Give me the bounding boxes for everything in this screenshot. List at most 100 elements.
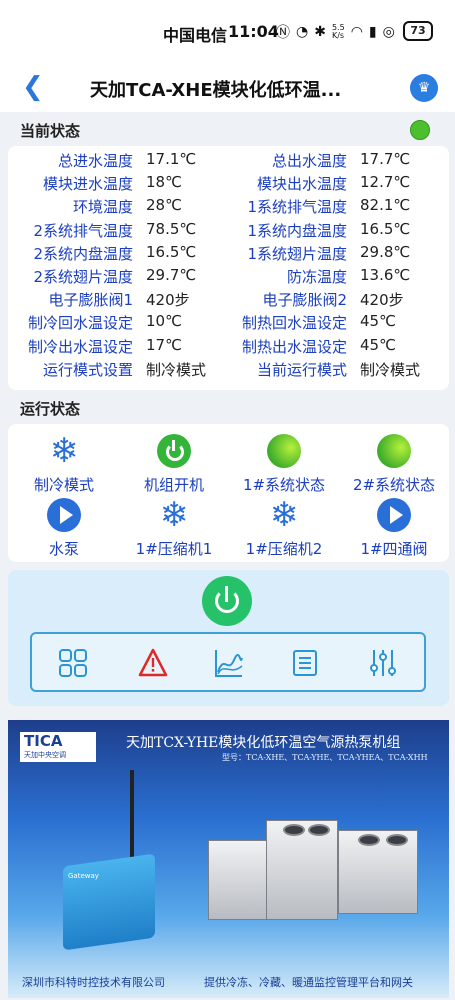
- net-speed: 5.5 K/s: [331, 23, 345, 40]
- run-status-card: ❄ 制冷模式 机组开机 1#系统状态 2#系统状态水泵 ❄ 1#压缩机1 ❄ 1#压缩机2 1#四…: [8, 424, 449, 562]
- status-bar: 中国电信 11:04 Ⓝ ◔ ✱ 5.5 K/s ◠ ▮ ◎ 73: [0, 0, 455, 64]
- logo-subtext: 天加中央空调: [24, 751, 66, 759]
- run-status-item: 1#系统状态: [229, 434, 339, 495]
- param-value: 16.5℃: [360, 219, 411, 238]
- run-status-item: 1#四通阀: [339, 498, 449, 559]
- nfc-icon: Ⓝ: [276, 25, 290, 41]
- param-value: 420步: [360, 291, 404, 310]
- param-value: 82.1℃: [360, 196, 411, 215]
- param-label: 防冻温度: [286, 268, 347, 286]
- param-row: 制冷出水温设定 17℃ 制热出水温设定 45℃: [8, 336, 449, 359]
- green-ball-icon: [377, 434, 411, 468]
- play-icon: [47, 498, 81, 532]
- param-value: 17.1℃: [146, 150, 197, 168]
- grid-icon[interactable]: [58, 648, 88, 678]
- online-status-indicator: [410, 120, 430, 140]
- param-label: 1系统排气温度: [247, 198, 347, 217]
- fan-image: [283, 824, 305, 836]
- param-value: 17.7℃: [360, 150, 411, 168]
- param-value: 10℃: [146, 312, 182, 331]
- ad-banner[interactable]: TICA 天加中央空调 天加TCX-YHE模块化低环温空气源热泵机组 型号：TC…: [8, 720, 449, 998]
- banner-models: 型号：TCA-XHE、TCA-YHE、TCA-YHEA、TCA-XHH: [222, 753, 428, 762]
- nav-bar: ❮ 天加TCA-XHE模块化低环温... ♛: [0, 64, 455, 112]
- run-status-label: 机组开机: [143, 476, 204, 494]
- params-card: 总进水温度 17.1℃ 总出水温度 17.7℃ 模块进水温度 18℃ 模块出水温度 12.7℃…: [8, 146, 449, 390]
- param-value: 制冷模式: [360, 360, 421, 379]
- run-status-item: ❄ 制冷模式: [9, 434, 119, 495]
- param-label: 总出水温度: [271, 152, 347, 170]
- run-status-label: 2#系统状态: [352, 476, 436, 494]
- param-value: 制冷模式: [146, 360, 207, 379]
- fan-image: [358, 834, 380, 846]
- green-ball-icon: [267, 434, 301, 468]
- param-label: 制热回水温设定: [241, 314, 347, 333]
- param-row: 2系统排气温度 78.5℃ 1系统内盘温度 16.5℃: [8, 220, 449, 243]
- param-label: 电子膨胀阀1: [48, 291, 133, 310]
- param-label: 制冷出水温设定: [27, 337, 133, 356]
- run-status-label: 制冷模式: [33, 476, 94, 494]
- param-label: 1系统内盘温度: [247, 221, 347, 240]
- gateway-device-image: [63, 853, 155, 951]
- power-button[interactable]: [202, 576, 252, 626]
- gateway-label: Gateway: [68, 872, 99, 880]
- snowflake-icon: ❄: [159, 495, 189, 535]
- clock: 11:04: [228, 22, 279, 41]
- param-value: 45℃: [360, 335, 396, 354]
- tica-logo: TICA 天加中央空调: [20, 732, 96, 762]
- param-value: 18℃: [146, 173, 182, 192]
- wifi-icon: ◠: [350, 24, 363, 40]
- crown-icon[interactable]: ♛: [410, 74, 438, 102]
- alarm-icon[interactable]: [138, 648, 168, 678]
- run-status-item: 2#系统状态: [339, 434, 449, 495]
- current-status-title: 当前状态: [20, 122, 81, 140]
- run-status-label: 水泵: [48, 540, 79, 558]
- param-row: 环境温度 28℃ 1系统排气温度 82.1℃: [8, 196, 449, 219]
- param-value: 28℃: [146, 196, 182, 215]
- param-label: 模块出水温度: [256, 175, 347, 194]
- snowflake-icon: ❄: [49, 431, 79, 471]
- run-status-item: 水泵: [9, 498, 119, 559]
- list-icon[interactable]: [290, 648, 320, 678]
- param-label: 2系统排气温度: [33, 221, 133, 240]
- run-status-title: 运行状态: [20, 400, 81, 418]
- param-value: 16.5℃: [146, 242, 197, 261]
- param-label: 制冷回水温设定: [27, 314, 133, 333]
- settings-sliders-icon[interactable]: [368, 648, 398, 678]
- battery-icon: 73: [403, 21, 433, 41]
- status-icons: Ⓝ ◔ ✱ 5.5 K/s ◠ ▮ ◎: [276, 22, 395, 42]
- run-status-label: 1#四通阀: [360, 540, 428, 558]
- param-label: 总进水温度: [57, 152, 133, 170]
- param-value: 78.5℃: [146, 219, 197, 238]
- heat-pump-unit-image: [208, 840, 268, 920]
- param-label: 当前运行模式: [256, 360, 347, 379]
- fan-image: [386, 834, 408, 846]
- logo-text: TICA: [24, 732, 63, 750]
- param-value: 17℃: [146, 335, 182, 354]
- run-status-label: 1#压缩机2: [245, 540, 323, 558]
- param-value: 29.7℃: [146, 266, 197, 284]
- banner-footer-slogan: 提供冷冻、冷藏、暖通监控管理平台和网关: [204, 976, 413, 989]
- param-label: 环境温度: [72, 198, 133, 217]
- page-title: 天加TCA-XHE模块化低环温...: [90, 80, 342, 101]
- fan-image: [308, 824, 330, 836]
- play-icon: [377, 498, 411, 532]
- param-label: 运行模式设置: [42, 360, 133, 379]
- chart-icon[interactable]: [214, 648, 244, 678]
- hotspot-icon: ◎: [382, 24, 395, 40]
- param-value: 45℃: [360, 312, 396, 331]
- tool-bar: [30, 632, 426, 692]
- snowflake-icon: ❄: [269, 495, 299, 535]
- param-label: 1系统翅片温度: [247, 244, 347, 263]
- run-status-label: 1#压缩机1: [135, 540, 213, 558]
- back-button[interactable]: ❮: [22, 72, 44, 102]
- banner-title: 天加TCX-YHE模块化低环温空气源热泵机组: [126, 735, 401, 751]
- antenna-image: [130, 770, 134, 862]
- param-row: 模块进水温度 18℃ 模块出水温度 12.7℃: [8, 173, 449, 196]
- run-status-label: 1#系统状态: [242, 476, 326, 494]
- param-row: 电子膨胀阀1 420步 电子膨胀阀2 420步: [8, 289, 449, 312]
- param-value: 13.6℃: [360, 266, 411, 284]
- banner-footer-company: 深圳市科特时控技术有限公司: [22, 976, 165, 989]
- param-label: 电子膨胀阀2: [262, 291, 347, 310]
- run-status-item: ❄ 1#压缩机1: [119, 498, 229, 559]
- param-value: 420步: [146, 291, 190, 310]
